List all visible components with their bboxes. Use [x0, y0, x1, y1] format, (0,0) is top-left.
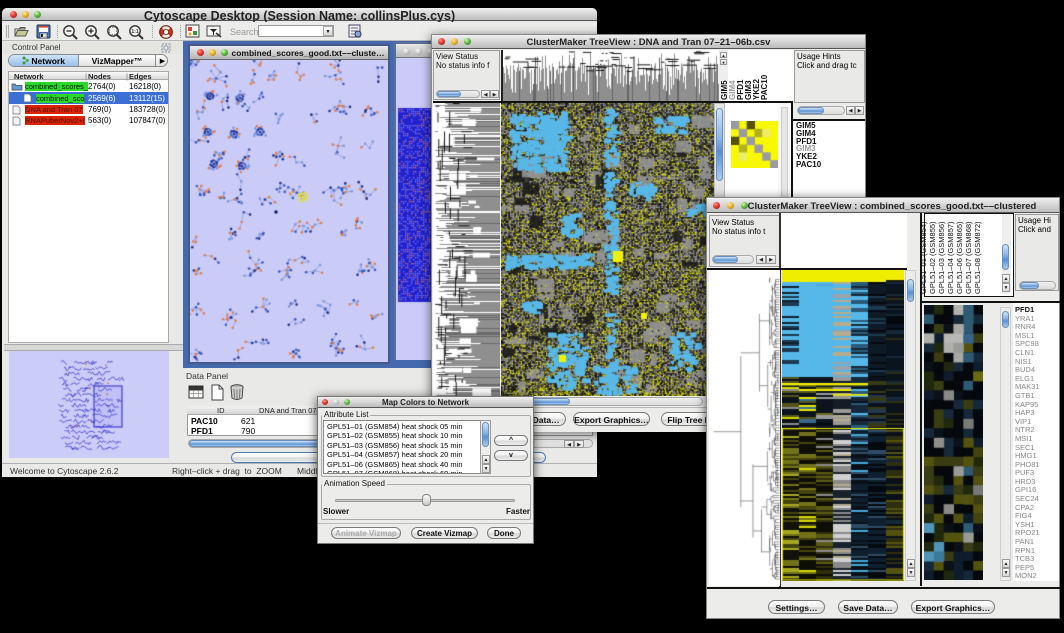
svg-text:1:1: 1:1 — [131, 29, 138, 35]
